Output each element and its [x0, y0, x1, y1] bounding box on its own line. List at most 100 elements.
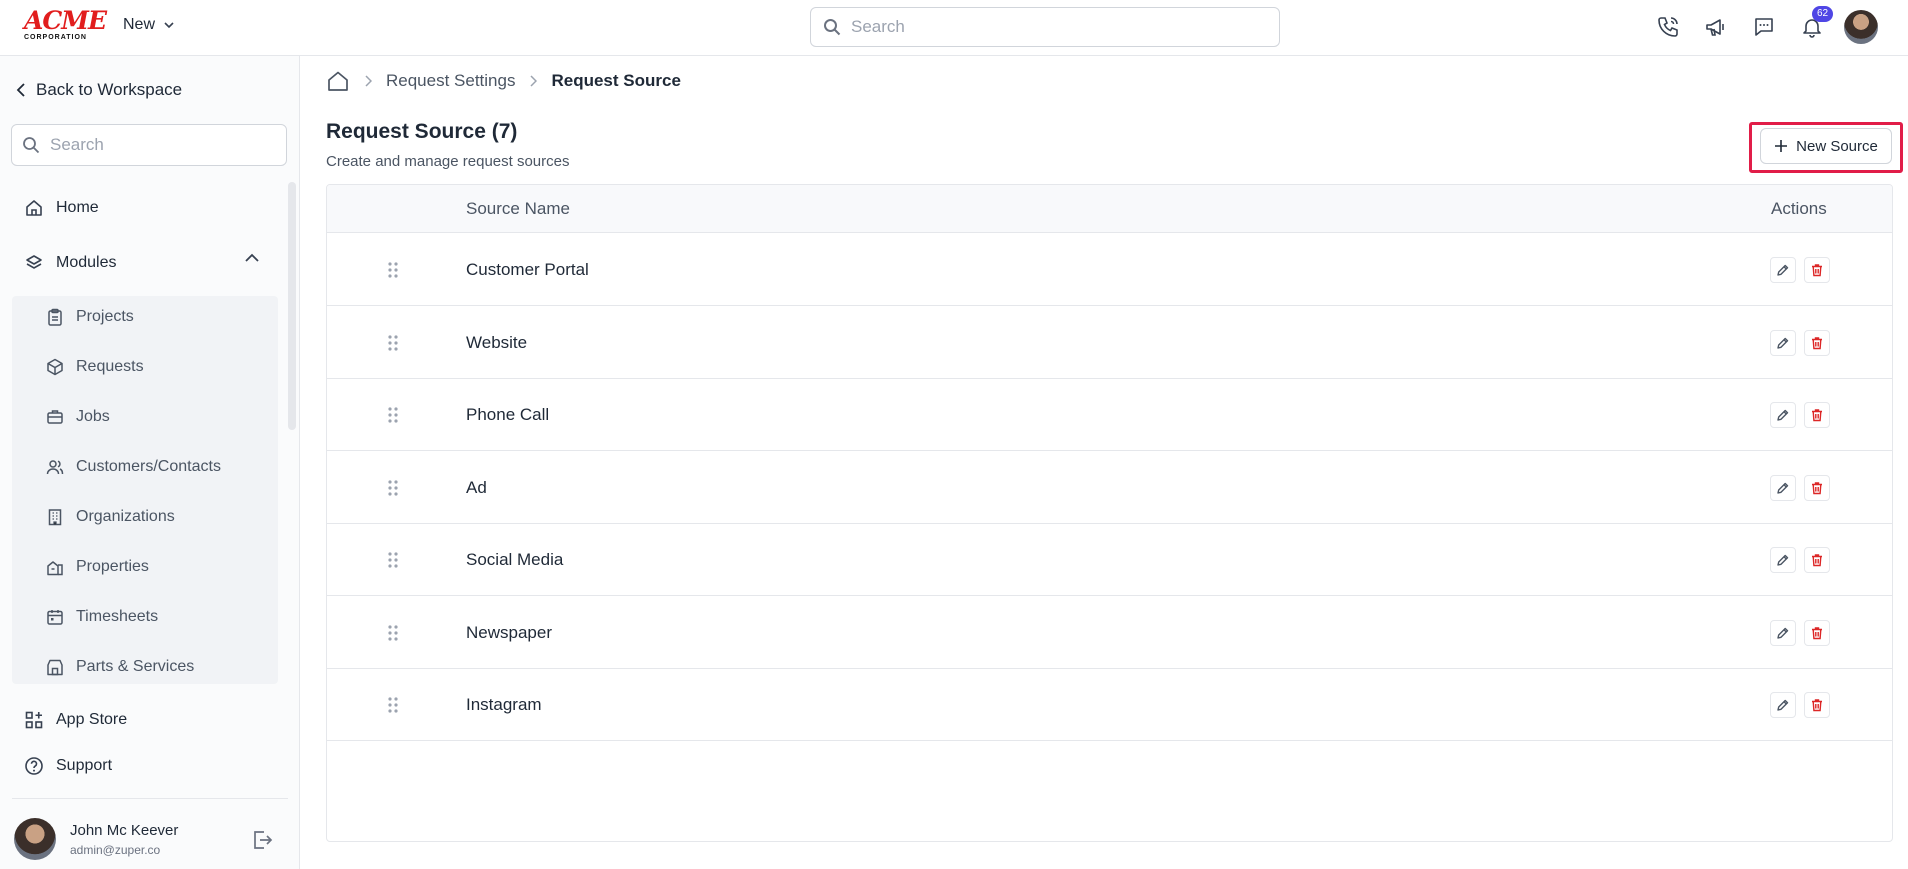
sidebar-item-app-store[interactable]: App Store — [24, 710, 127, 730]
phone-icon[interactable] — [1652, 8, 1684, 46]
new-source-label: New Source — [1796, 137, 1878, 155]
delete-button[interactable] — [1804, 692, 1830, 718]
edit-button[interactable] — [1770, 329, 1796, 356]
chevron-right-icon — [365, 75, 372, 87]
table-row: Newspaper — [327, 597, 1892, 669]
sidebar-search[interactable] — [11, 124, 287, 166]
building-icon — [48, 509, 62, 526]
sidebar-item-label: Timesheets — [76, 608, 159, 625]
plus-icon — [1775, 140, 1788, 152]
drag-handle-icon[interactable] — [387, 624, 399, 642]
sidebar-item-label: Organizations — [76, 508, 175, 525]
delete-button[interactable] — [1804, 474, 1830, 501]
user-email: admin@zuper.co — [70, 843, 161, 857]
drag-handle-icon[interactable] — [387, 406, 399, 424]
sidebar-item-home[interactable]: Home — [24, 198, 99, 218]
sidebar-item-label: Customers/Contacts — [76, 458, 221, 475]
chevron-up-icon[interactable] — [244, 252, 260, 264]
new-source-button[interactable]: New Source — [1760, 128, 1892, 164]
new-menu-button[interactable]: New — [123, 16, 175, 34]
breadcrumb-request-source: Request Source — [551, 71, 681, 90]
delete-button[interactable] — [1804, 547, 1830, 573]
sidebar-item-label: Modules — [56, 254, 117, 271]
home-icon — [26, 200, 42, 216]
drag-handle-icon[interactable] — [387, 551, 399, 569]
sources-table: Source Name Actions Customer Portal Websi… — [326, 184, 1893, 842]
home-icon[interactable] — [326, 70, 350, 92]
global-search[interactable] — [810, 7, 1280, 47]
logo-subtext: CORPORATION — [24, 34, 87, 41]
drag-handle-icon[interactable] — [387, 334, 399, 352]
drag-handle-icon[interactable] — [387, 479, 399, 497]
sidebar-item-customers-contacts[interactable]: Customers/Contacts — [46, 458, 221, 476]
avatar[interactable] — [1844, 10, 1878, 44]
edit-button[interactable] — [1770, 692, 1796, 718]
sidebar-item-organizations[interactable]: Organizations — [46, 508, 175, 526]
edit-button[interactable] — [1770, 474, 1796, 501]
drag-handle-icon[interactable] — [387, 261, 399, 279]
sidebar-search-input[interactable] — [50, 135, 270, 155]
pencil-icon — [1777, 264, 1789, 276]
property-icon — [47, 561, 63, 576]
global-search-input[interactable] — [851, 17, 1231, 37]
user-avatar[interactable] — [14, 818, 56, 860]
source-name-cell: Instagram — [466, 695, 542, 714]
table-row: Phone Call — [327, 379, 1892, 451]
page-subtitle: Create and manage request sources — [326, 153, 570, 170]
megaphone-icon[interactable] — [1700, 8, 1732, 46]
table-row: Ad — [327, 452, 1892, 524]
sidebar-item-jobs[interactable]: Jobs — [46, 408, 110, 426]
sidebar-item-label: Properties — [76, 558, 149, 575]
table-row: Website — [327, 307, 1892, 379]
sidebar-item-label: Jobs — [76, 408, 110, 425]
sidebar-scrollbar[interactable] — [288, 182, 296, 430]
edit-button[interactable] — [1770, 402, 1796, 428]
trash-icon — [1812, 481, 1822, 494]
sidebar-item-parts-services[interactable]: Parts & Services — [46, 658, 194, 676]
trash-icon — [1812, 264, 1822, 277]
sidebar-item-projects[interactable]: Projects — [46, 308, 134, 326]
edit-button[interactable] — [1770, 257, 1796, 283]
sidebar-item-label: Parts & Services — [76, 658, 195, 675]
pencil-icon — [1777, 699, 1789, 711]
bell-icon[interactable]: 62 — [1796, 6, 1834, 46]
trash-icon — [1812, 409, 1822, 422]
pencil-icon — [1777, 337, 1789, 349]
sidebar-item-support[interactable]: Support — [24, 756, 112, 776]
drag-handle-icon[interactable] — [387, 696, 399, 714]
delete-button[interactable] — [1804, 257, 1830, 283]
trash-icon — [1812, 336, 1822, 349]
back-to-workspace-label: Back to Workspace — [36, 80, 183, 99]
pencil-icon — [1777, 554, 1789, 566]
chat-icon[interactable] — [1748, 8, 1780, 46]
sidebar-item-requests[interactable]: Requests — [46, 358, 144, 376]
sidebar-item-modules[interactable]: Modules — [24, 253, 116, 273]
trash-icon — [1812, 554, 1822, 567]
pencil-icon — [1777, 409, 1789, 421]
sidebar-item-timesheets[interactable]: Timesheets — [46, 608, 158, 626]
users-icon — [46, 460, 64, 475]
logo-text: ACME — [24, 6, 107, 35]
delete-button[interactable] — [1804, 402, 1830, 428]
company-logo[interactable]: ACME CORPORATION — [24, 6, 107, 42]
pencil-icon — [1777, 627, 1789, 639]
new-menu-label: New — [123, 16, 156, 33]
sidebar-item-properties[interactable]: Properties — [46, 558, 149, 576]
back-to-workspace-link[interactable]: Back to Workspace — [16, 80, 182, 100]
modules-submenu: Projects Requests Jobs Customers/Contact… — [12, 296, 278, 684]
delete-button[interactable] — [1804, 329, 1830, 356]
breadcrumb: Request Settings Request Source — [326, 70, 681, 92]
sidebar-item-label: Support — [56, 757, 113, 774]
chevron-right-icon — [530, 75, 538, 87]
delete-button[interactable] — [1804, 619, 1830, 646]
breadcrumb-request-settings[interactable]: Request Settings — [386, 71, 515, 91]
edit-button[interactable] — [1770, 619, 1796, 646]
box-icon — [47, 358, 63, 376]
edit-button[interactable] — [1770, 547, 1796, 573]
table-row: Social Media — [327, 524, 1892, 596]
sidebar-item-label: Projects — [76, 308, 134, 325]
sidebar-item-label: Requests — [76, 358, 144, 375]
logout-icon[interactable] — [250, 828, 274, 852]
chevron-down-icon — [164, 22, 174, 29]
table-header: Source Name Actions — [327, 185, 1892, 233]
